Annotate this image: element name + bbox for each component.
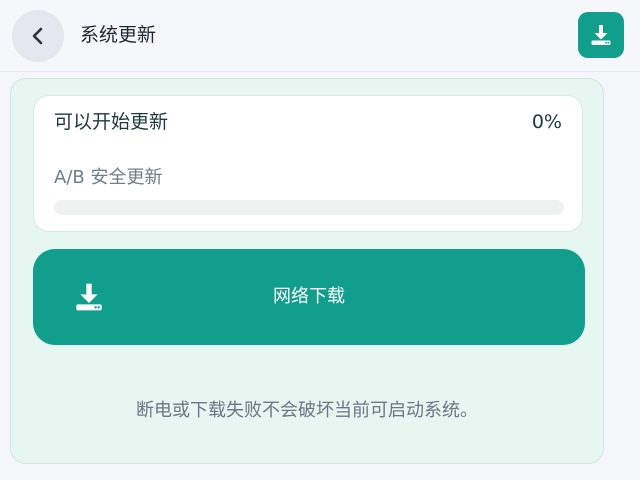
- top-bar: 系统更新: [0, 0, 640, 72]
- back-button[interactable]: [12, 10, 64, 62]
- update-panel: 可以开始更新 0% A/B 安全更新 网络下载 断电或下载失败不会破坏当前可启动…: [10, 78, 604, 464]
- chevron-left-icon: [32, 27, 43, 45]
- update-status-title: 可以开始更新: [54, 111, 169, 133]
- update-type-label: A/B 安全更新: [54, 167, 163, 188]
- safety-note: 断电或下载失败不会破坏当前可启动系统。: [136, 400, 478, 421]
- progress-percent: 0%: [531, 111, 562, 133]
- network-download-label: 网络下载: [273, 286, 345, 307]
- page-title: 系统更新: [80, 24, 157, 46]
- progress-bar: [54, 200, 564, 215]
- download-button[interactable]: [578, 12, 624, 58]
- download-icon: [591, 25, 611, 45]
- update-status-card: 可以开始更新 0% A/B 安全更新: [33, 95, 583, 232]
- network-download-button[interactable]: 网络下载: [33, 249, 585, 345]
